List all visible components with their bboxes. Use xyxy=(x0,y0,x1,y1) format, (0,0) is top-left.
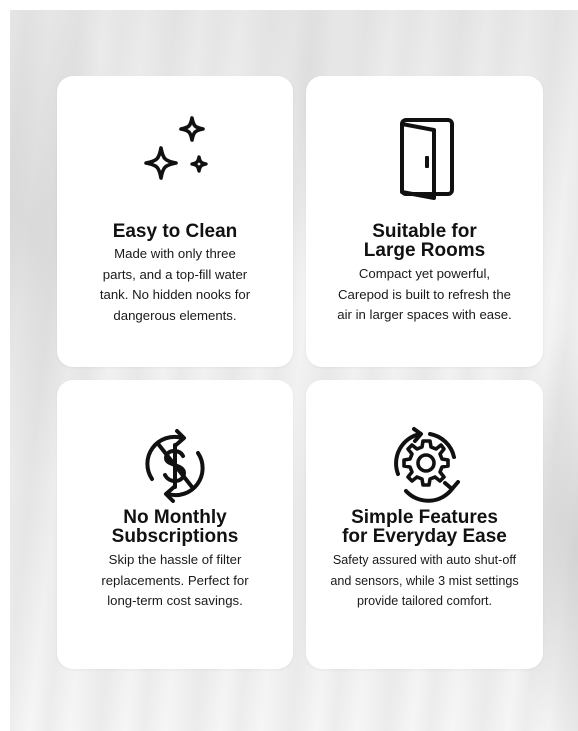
feature-title: Easy to Clean xyxy=(57,222,293,241)
desc-line-1: Skip the hassle of filter xyxy=(108,552,242,567)
desc-line-3: air in larger spaces with ease. xyxy=(337,307,512,322)
feature-description: Safety assured with auto shut-off and se… xyxy=(312,550,537,612)
feature-card-large-rooms: Suitable for Large Rooms Compact yet pow… xyxy=(306,76,543,367)
feature-title: No Monthly Subscriptions xyxy=(57,508,293,546)
feature-title: Suitable for Large Rooms xyxy=(306,222,543,260)
gear-cycle-icon xyxy=(393,427,460,503)
feature-description: Made with only three parts, and a top-fi… xyxy=(67,244,283,326)
desc-line-3: provide tailored comfort. xyxy=(356,594,493,608)
title-line-2: Large Rooms xyxy=(363,240,486,261)
no-subscription-dollar-icon xyxy=(145,429,205,503)
desc-line-2: Carepod is built to refresh the xyxy=(338,286,511,302)
desc-line-1: Compact yet powerful, xyxy=(358,266,491,281)
desc-line-2: and sensors, while 3 mist settings xyxy=(330,573,519,588)
door-icon xyxy=(399,118,454,200)
title-line-2: for Everyday Ease xyxy=(342,526,507,547)
desc-line-3: tank. No hidden nooks for xyxy=(99,287,251,302)
desc-line-4: dangerous elements. xyxy=(113,307,237,323)
sparkles-icon xyxy=(144,116,208,180)
feature-card-simple-features: Simple Features for Everyday Ease Safety… xyxy=(306,380,543,669)
feature-card-no-subscriptions: No Monthly Subscriptions Skip the hassle… xyxy=(57,380,293,669)
page: Easy to Clean Made with only three parts… xyxy=(0,0,578,731)
title-line-1: Easy to Clean xyxy=(112,221,238,242)
desc-line-1: Made with only three xyxy=(114,246,236,261)
feature-card-easy-to-clean: Easy to Clean Made with only three parts… xyxy=(57,76,293,367)
title-line-1: Suitable for xyxy=(372,221,477,242)
desc-line-3: long-term cost savings. xyxy=(107,593,243,608)
title-line-1: Simple Features xyxy=(351,507,498,528)
feature-description: Skip the hassle of filter replacements. … xyxy=(67,550,283,612)
feature-title: Simple Features for Everyday Ease xyxy=(306,508,543,546)
desc-line-1: Safety assured with auto shut-off xyxy=(332,553,517,567)
title-line-1: No Monthly xyxy=(123,507,227,528)
feature-description: Compact yet powerful, Carepod is built t… xyxy=(316,264,533,326)
desc-line-2: parts, and a top-fill water xyxy=(102,266,248,282)
title-line-2: Subscriptions xyxy=(111,526,239,547)
desc-line-2: replacements. Perfect for xyxy=(101,572,249,588)
